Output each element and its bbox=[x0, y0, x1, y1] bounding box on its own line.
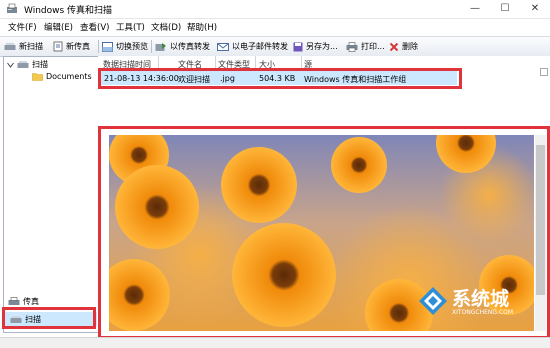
scanner-icon bbox=[17, 61, 29, 68]
toggle-preview-label: 切换预览 bbox=[116, 42, 148, 51]
preview-icon bbox=[102, 41, 113, 52]
printer-icon bbox=[346, 41, 358, 52]
fax-icon bbox=[8, 296, 20, 305]
menu-file[interactable]: 文件(F) bbox=[8, 21, 37, 33]
forward-fax-button[interactable]: 以传真转发 bbox=[155, 40, 210, 53]
chevron-down-icon bbox=[7, 62, 14, 68]
save-as-button[interactable]: 另存为... bbox=[293, 40, 338, 53]
tree-item-documents[interactable]: Documents bbox=[32, 72, 92, 81]
new-scan-label: 新扫描 bbox=[19, 42, 43, 51]
email-icon bbox=[217, 42, 229, 51]
delete-icon bbox=[389, 42, 399, 51]
tree-item-scan[interactable]: 扫描 bbox=[7, 59, 48, 70]
forward-fax-icon bbox=[155, 42, 166, 51]
maximize-button[interactable]: ☐ bbox=[490, 0, 520, 18]
new-fax-button[interactable]: 新传真 bbox=[53, 40, 90, 53]
file-list-pane: 数据扫描时间 文件名 文件类型 大小 源 bbox=[98, 56, 550, 126]
title-bar: Windows 传真和扫描 — ☐ ✕ bbox=[0, 0, 550, 19]
tree-item-documents-label: Documents bbox=[46, 72, 92, 81]
toggle-preview-button[interactable]: 切换预览 bbox=[102, 40, 148, 53]
scanner-icon bbox=[4, 42, 16, 50]
scrollbar-button[interactable] bbox=[540, 68, 548, 76]
fax-app-icon bbox=[7, 3, 17, 13]
close-button[interactable]: ✕ bbox=[520, 0, 550, 18]
menu-tools[interactable]: 工具(T) bbox=[116, 21, 145, 33]
nav-fax-label: 传真 bbox=[23, 296, 39, 306]
folder-icon bbox=[32, 73, 43, 81]
delete-label: 删除 bbox=[402, 42, 418, 51]
menu-bar: 文件(F) 编辑(E) 查看(V) 工具(T) 文档(D) 帮助(H) bbox=[0, 19, 550, 35]
toolbar: 新扫描 新传真 切换预览 以传真转发 以电子邮件转发 另存为... 打印... … bbox=[0, 36, 550, 57]
tree-item-scan-label: 扫描 bbox=[32, 60, 48, 69]
print-button[interactable]: 打印... bbox=[346, 40, 385, 53]
menu-help[interactable]: 帮助(H) bbox=[187, 21, 217, 33]
forward-fax-label: 以传真转发 bbox=[170, 42, 210, 51]
menu-document[interactable]: 文档(D) bbox=[151, 21, 181, 33]
highlight-box bbox=[98, 68, 462, 89]
forward-email-button[interactable]: 以电子邮件转发 bbox=[217, 40, 288, 53]
menu-edit[interactable]: 编辑(E) bbox=[44, 21, 73, 33]
new-fax-label: 新传真 bbox=[66, 42, 90, 51]
print-label: 打印... bbox=[361, 42, 385, 51]
forward-email-label: 以电子邮件转发 bbox=[232, 42, 288, 51]
save-icon bbox=[293, 42, 303, 51]
toolbar-separator bbox=[98, 40, 99, 53]
delete-button[interactable]: 删除 bbox=[389, 40, 418, 53]
new-scan-button[interactable]: 新扫描 bbox=[4, 40, 43, 53]
nav-fax-button[interactable]: 传真 bbox=[4, 294, 97, 308]
window-title: Windows 传真和扫描 bbox=[24, 6, 113, 16]
menu-view[interactable]: 查看(V) bbox=[80, 21, 109, 33]
highlight-box bbox=[2, 307, 96, 329]
minimize-button[interactable]: — bbox=[460, 0, 490, 18]
save-as-label: 另存为... bbox=[306, 42, 338, 51]
highlight-box bbox=[98, 126, 550, 339]
status-bar bbox=[0, 337, 550, 348]
toolbar-separator bbox=[151, 40, 152, 53]
new-fax-icon bbox=[53, 41, 63, 52]
folder-tree-pane: 扫描 Documents bbox=[3, 56, 99, 333]
